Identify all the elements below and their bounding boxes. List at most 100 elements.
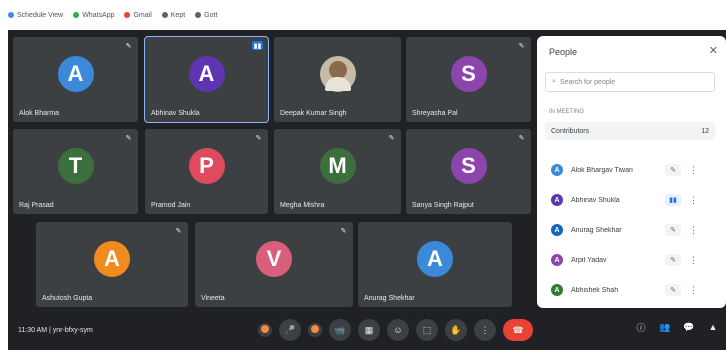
mic-off-icon[interactable]: ✎ [665, 224, 681, 236]
call-controls: ^ 🎤 ^ 📹 ▦ ☺ ⬚ ✋ ⋮ ☎ [258, 319, 533, 341]
bookmark-item[interactable]: Kept [161, 11, 186, 19]
participant-tile[interactable]: A Ashutosh Gupta ✎ [36, 222, 188, 307]
meeting-time: 11:30 AM [18, 327, 48, 334]
participant-name: Abhishek Shah [571, 286, 619, 294]
participant-tile[interactable]: A Anurag Shekhar [358, 222, 512, 307]
bookmark-icon [195, 12, 202, 18]
avatar: V [256, 241, 292, 278]
close-icon[interactable]: ✕ [709, 44, 718, 57]
more-options-button[interactable]: ⋮ [474, 319, 496, 341]
people-panel-title: People [549, 47, 578, 57]
activities-icon[interactable]: ▲ [706, 320, 720, 334]
bookmark-item[interactable]: Gmail [124, 11, 152, 19]
end-call-button[interactable]: ☎ [503, 319, 533, 341]
participant-name: Anurag Shekhar [571, 226, 622, 234]
participant-avatar: A [551, 164, 563, 176]
meeting-info: 11:30 AM | ynr-bfxy-sym [18, 327, 93, 334]
participant-tile[interactable]: A Abhinav Shukla ▮▮ [144, 36, 269, 123]
people-search-input[interactable]: ⌕ Search for people [545, 72, 715, 92]
camera-options-button[interactable]: ^ [308, 323, 322, 337]
participant-name: Abhinav Shukla [571, 196, 620, 204]
camera-button[interactable]: 📹 [329, 319, 351, 341]
mic-icon: 🎤 [284, 324, 296, 335]
participant-name: Abhinav Shukla [151, 110, 200, 117]
mic-off-icon: ✎ [175, 227, 182, 235]
participant-tile[interactable]: M Megha Mishra ✎ [274, 129, 401, 214]
more-options-icon[interactable]: ⋮ [689, 195, 698, 206]
meeting-code: ynr-bfxy-sym [52, 327, 93, 334]
chat-icon[interactable]: 💬 [682, 320, 696, 334]
participant-tile[interactable]: Deepak Kumar Singh [274, 37, 401, 122]
participant-row[interactable]: A Arpit Yadav ✎ ⋮ [551, 250, 716, 270]
participant-name: Pramod Jain [151, 202, 191, 209]
bookmark-label: Kept [170, 11, 186, 19]
people-panel: People ✕ ⌕ Search for people IN MEETING … [537, 36, 726, 308]
avatar: A [94, 241, 130, 278]
avatar: P [188, 148, 225, 185]
participant-tile[interactable]: A Alok Bharma ✎ [13, 37, 138, 122]
participant-tile[interactable]: P Pramod Jain ✎ [145, 129, 268, 214]
more-options-icon[interactable]: ⋮ [689, 255, 698, 266]
present-icon: ⬚ [422, 324, 432, 335]
participant-tile[interactable]: S Shreyasha Pal ✎ [406, 37, 531, 122]
bookmark-icon [8, 12, 14, 18]
mic-off-icon: ✎ [340, 227, 347, 235]
mic-off-icon[interactable]: ✎ [665, 164, 681, 176]
participant-row[interactable]: A Anurag Shekhar ✎ ⋮ [551, 220, 716, 240]
present-button[interactable]: ⬚ [416, 319, 438, 341]
bookmark-label: Gmail [133, 11, 152, 19]
participant-avatar: A [551, 254, 563, 266]
mic-off-icon[interactable]: ✎ [665, 254, 681, 266]
participant-row[interactable]: A Abhishek Shah ✎ ⋮ [551, 280, 716, 300]
more-options-icon: ⋮ [480, 324, 490, 335]
search-icon: ⌕ [552, 78, 556, 85]
participant-tile[interactable]: S Sanya Singh Rajput ✎ [406, 129, 531, 214]
contributors-group[interactable]: Contributors 12 [545, 122, 715, 140]
raise-hand-icon: ✋ [450, 324, 462, 335]
mic-off-icon: ✎ [518, 134, 525, 142]
participant-tile[interactable]: V Vineeta ✎ [195, 222, 353, 307]
people-icon[interactable]: 👥 [658, 320, 672, 334]
captions-button[interactable]: ▦ [358, 319, 380, 341]
more-options-icon[interactable]: ⋮ [689, 225, 698, 236]
raise-hand-button[interactable]: ✋ [445, 319, 467, 341]
mic-button[interactable]: 🎤 [279, 319, 301, 341]
avatar: A [417, 241, 453, 278]
mic-off-icon: ✎ [518, 42, 525, 50]
participant-avatar: A [551, 194, 563, 206]
more-options-icon[interactable]: ⋮ [689, 165, 698, 176]
mic-off-icon: ✎ [125, 134, 132, 142]
avatar: S [450, 56, 487, 93]
mic-off-icon: ✎ [388, 134, 395, 142]
bookmarks-bar: Schedule View WhatsApp Gmail Kept Gott [0, 0, 726, 30]
bookmark-item[interactable]: Schedule View [8, 12, 63, 19]
speaking-icon: ▮▮ [252, 41, 263, 50]
participant-row[interactable]: A Alok Bhargav Tiwari ✎ ⋮ [551, 160, 716, 180]
search-placeholder: Search for people [559, 78, 616, 86]
bookmark-item[interactable]: Gott [195, 12, 217, 19]
avatar [319, 56, 356, 93]
avatar-photo-body [324, 77, 351, 92]
mic-off-icon[interactable]: ✎ [665, 284, 681, 296]
mic-options-button[interactable]: ^ [258, 323, 272, 337]
participant-name: Shreyasha Pal [412, 110, 458, 117]
emoji-button[interactable]: ☺ [387, 319, 409, 341]
bookmark-icon [124, 12, 131, 18]
participant-tile[interactable]: T Raj Prasad ✎ [13, 129, 138, 214]
captions-icon: ▦ [364, 324, 374, 335]
more-options-icon[interactable]: ⋮ [689, 285, 698, 296]
participant-row[interactable]: A Abhinav Shukla ▮▮ ⋮ [551, 190, 716, 210]
bookmark-item[interactable]: WhatsApp [73, 12, 114, 19]
section-label: IN MEETING [549, 109, 585, 115]
participant-name: Megha Mishra [280, 202, 325, 209]
mic-off-icon: ✎ [125, 42, 132, 50]
participant-name: Sanya Singh Rajput [412, 202, 474, 209]
participant-name: Arpit Yadav [571, 256, 607, 264]
info-icon[interactable]: ⓘ [634, 320, 648, 334]
speaking-icon[interactable]: ▮▮ [665, 194, 681, 206]
participant-name: Ashutosh Gupta [42, 295, 93, 302]
bookmark-icon [73, 12, 80, 18]
end-call-icon: ☎ [512, 324, 524, 335]
emoji-icon: ☺ [393, 325, 403, 335]
bookmark-label: Gott [204, 11, 218, 19]
